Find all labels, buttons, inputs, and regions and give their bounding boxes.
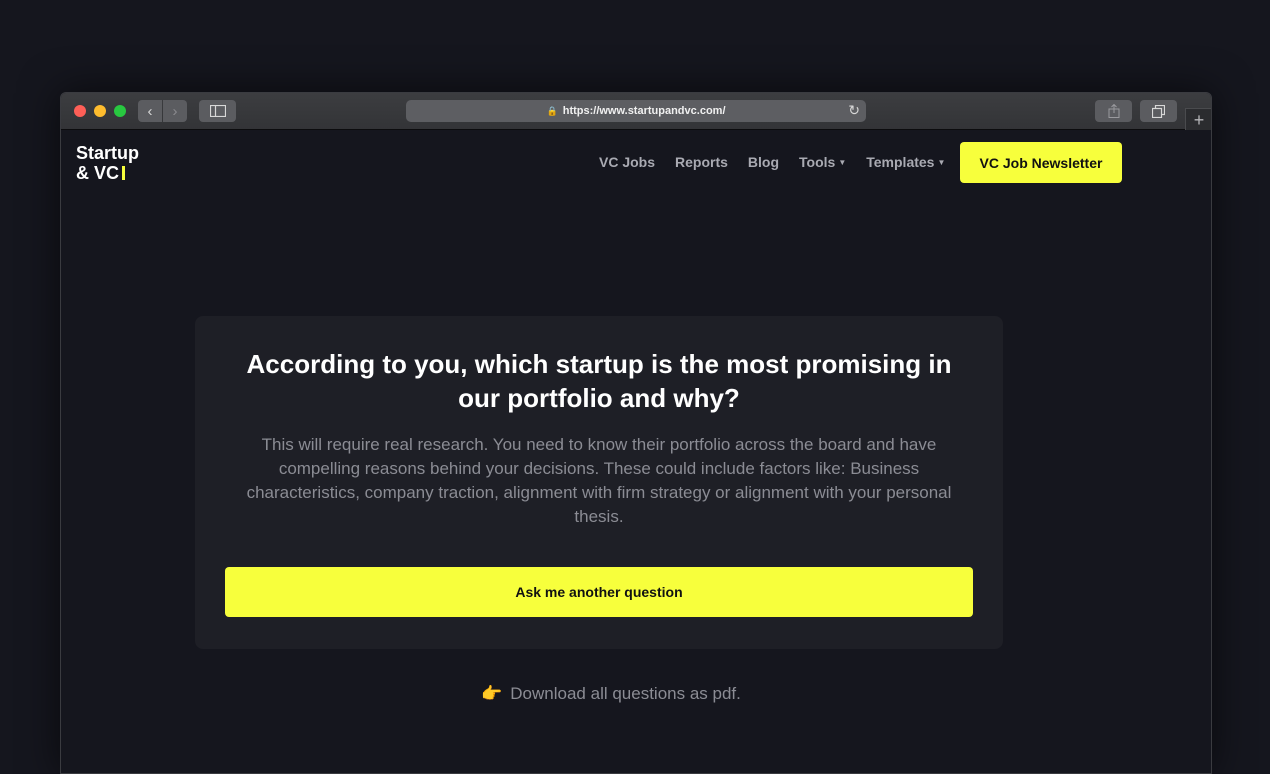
sidebar-icon bbox=[209, 105, 226, 117]
caret-down-icon: ▼ bbox=[937, 158, 946, 167]
tabs-icon bbox=[1152, 104, 1165, 118]
nav-templates[interactable]: Templates ▼ bbox=[866, 154, 945, 170]
back-button[interactable]: ‹ bbox=[138, 100, 162, 122]
nav-tools-label: Tools bbox=[799, 154, 836, 170]
newsletter-button[interactable]: VC Job Newsletter bbox=[960, 142, 1122, 183]
nav-templates-label: Templates bbox=[866, 154, 935, 170]
address-bar[interactable]: 🔒 https://www.startupandvc.com/ ↻ bbox=[406, 100, 866, 122]
chevron-left-icon: ‹ bbox=[147, 102, 153, 120]
plus-icon: + bbox=[1193, 109, 1205, 130]
lock-icon: 🔒 bbox=[546, 105, 558, 116]
close-window-button[interactable] bbox=[74, 105, 86, 117]
browser-window: ‹ › 🔒 https://www.startupandvc.com/ ↻ + … bbox=[60, 92, 1212, 774]
forward-button[interactable]: › bbox=[163, 100, 187, 122]
nav-blog[interactable]: Blog bbox=[748, 154, 779, 170]
pointing-hand-icon: 👉 bbox=[481, 684, 503, 703]
caret-down-icon: ▼ bbox=[838, 158, 847, 167]
ask-another-question-button[interactable]: Ask me another question bbox=[225, 567, 973, 617]
download-pdf-link[interactable]: 👉 Download all questions as pdf. bbox=[461, 684, 761, 704]
zoom-window-button[interactable] bbox=[114, 105, 126, 117]
url-text: https://www.startupandvc.com/ bbox=[562, 105, 726, 117]
question-card: According to you, which startup is the m… bbox=[195, 316, 1003, 649]
share-button[interactable] bbox=[1095, 100, 1132, 122]
show-tabs-button[interactable] bbox=[1140, 100, 1177, 122]
main-nav: VC Jobs Reports Blog Tools ▼ Templates ▼ bbox=[599, 154, 945, 170]
nav-reports[interactable]: Reports bbox=[675, 154, 728, 170]
browser-toolbar: ‹ › 🔒 https://www.startupandvc.com/ ↻ + bbox=[61, 93, 1211, 131]
web-page: Startup & VC VC Jobs Reports Blog Tools ▼… bbox=[61, 130, 1211, 773]
question-title: According to you, which startup is the m… bbox=[246, 349, 952, 413]
reload-icon[interactable]: ↻ bbox=[848, 102, 860, 119]
site-logo[interactable]: Startup & VC bbox=[76, 143, 139, 183]
download-pdf-label: Download all questions as pdf. bbox=[510, 684, 741, 703]
question-description: This will require real research. You nee… bbox=[246, 435, 952, 526]
new-tab-button[interactable]: + bbox=[1185, 108, 1211, 131]
logo-line-1: Startup bbox=[76, 143, 139, 163]
nav-tools[interactable]: Tools ▼ bbox=[799, 154, 846, 170]
logo-line-2-text: & VC bbox=[76, 163, 120, 183]
nav-vc-jobs[interactable]: VC Jobs bbox=[599, 154, 655, 170]
share-icon bbox=[1108, 104, 1119, 118]
chevron-right-icon: › bbox=[172, 102, 178, 120]
minimize-window-button[interactable] bbox=[94, 105, 106, 117]
logo-cursor-mark bbox=[122, 166, 126, 180]
sidebar-toggle-button[interactable] bbox=[199, 100, 236, 122]
logo-line-2: & VC bbox=[76, 163, 139, 183]
